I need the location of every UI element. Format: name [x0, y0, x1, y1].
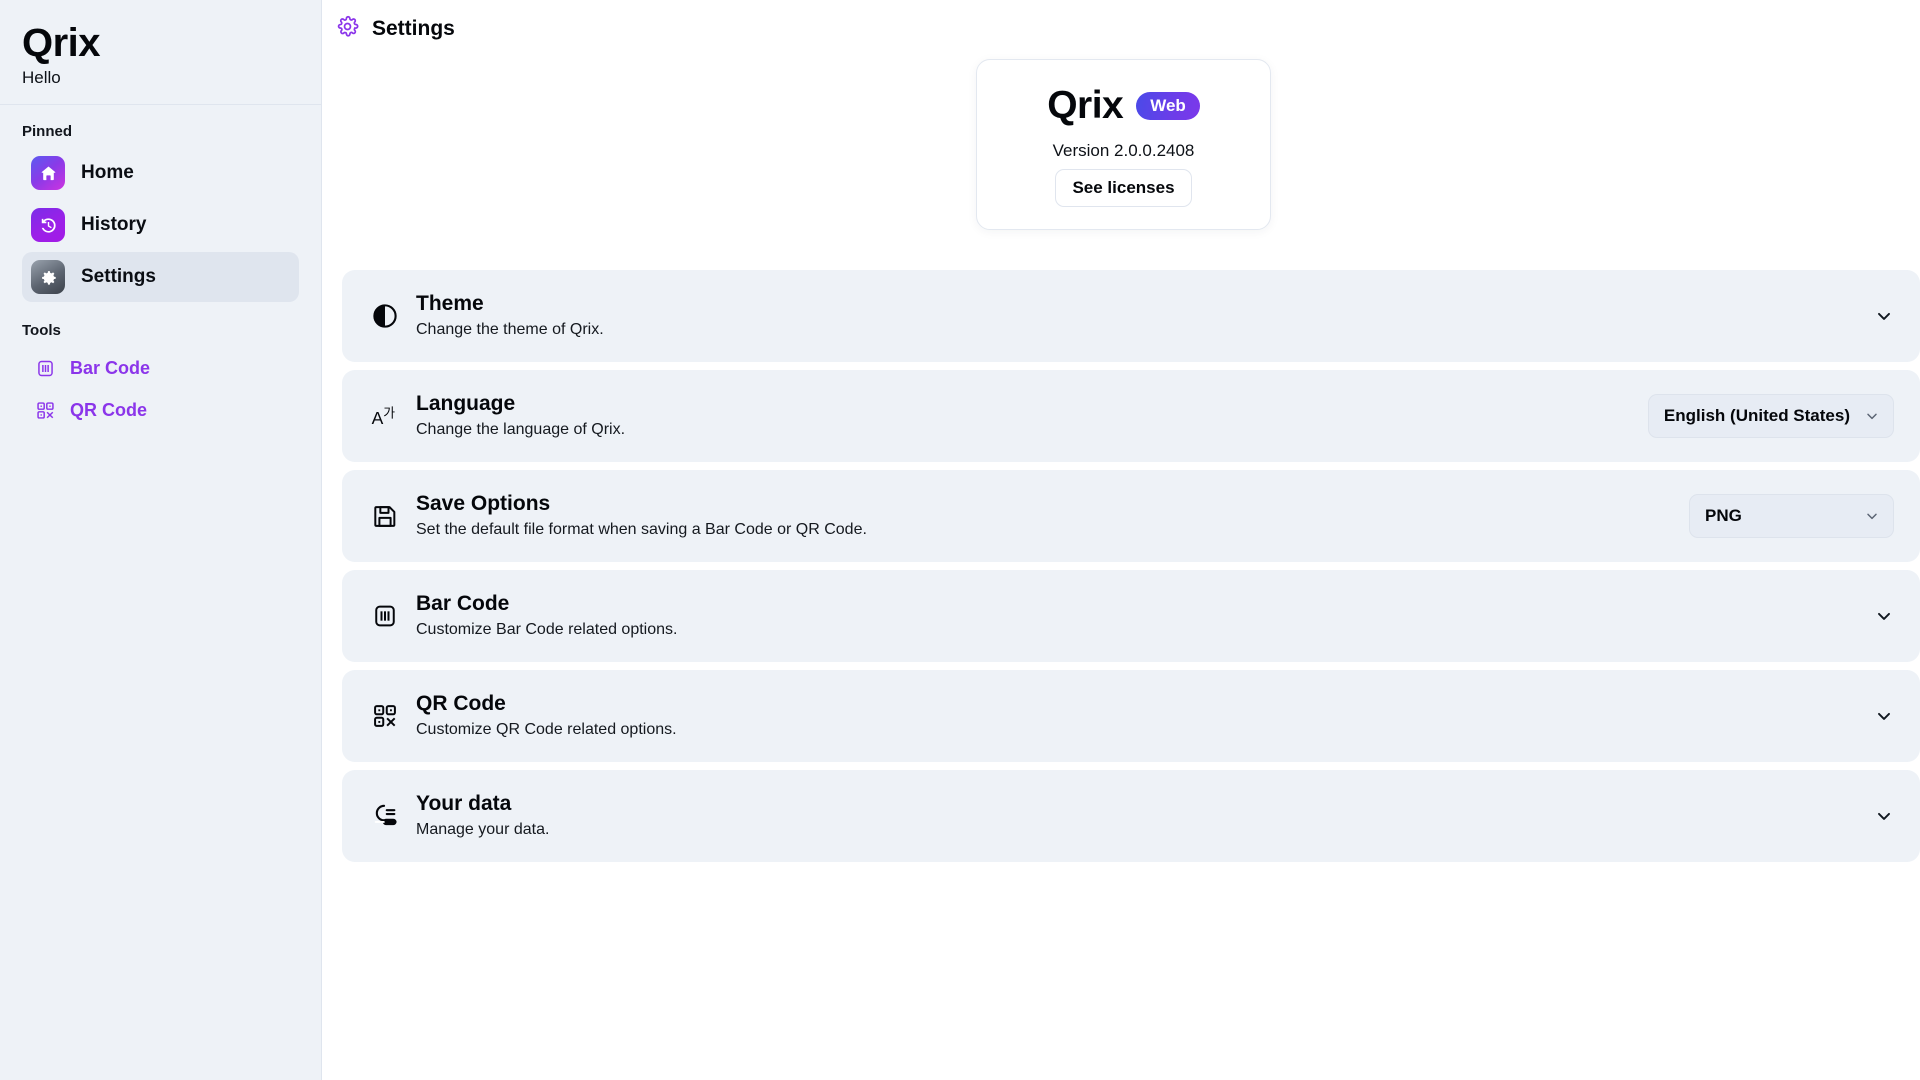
- barcode-icon: [34, 357, 56, 379]
- settings-row-subtitle: Change the language of Qrix.: [416, 420, 626, 438]
- language-dropdown-value: English (United States): [1663, 406, 1850, 425]
- settings-row-text: QR Code Customize QR Code related option…: [416, 691, 1860, 740]
- sidebar-item-label: Settings: [81, 266, 156, 287]
- settings-row-text: Bar Code Customize Bar Code related opti…: [416, 591, 1860, 640]
- settings-row-subtitle: Customize QR Code related options.: [416, 720, 677, 738]
- sidebar-item-history[interactable]: History: [22, 200, 299, 250]
- data-usage-icon: [370, 802, 400, 830]
- see-licenses-button[interactable]: See licenses: [1055, 169, 1192, 207]
- greeting-text: Hello: [22, 68, 61, 87]
- chevron-down-icon: [1864, 408, 1880, 424]
- settings-row-title: Bar Code: [416, 592, 510, 616]
- settings-row-text: Your data Manage your data.: [416, 791, 1860, 840]
- qrcode-icon: [370, 702, 400, 730]
- pinned-section-label: Pinned: [22, 123, 73, 140]
- settings-row-title: Theme: [416, 292, 484, 316]
- history-icon: [31, 208, 65, 242]
- sidebar-tool-label: QR Code: [70, 399, 148, 420]
- chevron-down-icon[interactable]: [1874, 706, 1894, 726]
- save-format-dropdown[interactable]: PNG: [1689, 494, 1894, 538]
- sidebar-tool-bar-code[interactable]: Bar Code: [22, 347, 299, 389]
- version-text: Version 2.0.0.2408: [1052, 141, 1195, 160]
- settings-row-title: Language: [416, 392, 516, 416]
- svg-text:가: 가: [383, 407, 395, 422]
- settings-row-save-options[interactable]: Save Options Set the default file format…: [342, 470, 1920, 562]
- chevron-down-icon[interactable]: [1874, 306, 1894, 326]
- settings-row-theme[interactable]: Theme Change the theme of Qrix.: [342, 270, 1920, 362]
- sidebar-item-label: History: [81, 214, 147, 235]
- qrcode-icon: [34, 399, 56, 421]
- chevron-down-icon[interactable]: [1874, 606, 1894, 626]
- settings-row-bar-code[interactable]: Bar Code Customize Bar Code related opti…: [342, 570, 1920, 662]
- home-icon: [31, 156, 65, 190]
- pinned-list: Home History Settings: [0, 148, 321, 302]
- web-badge: Web: [1136, 91, 1200, 120]
- sidebar-header: Qrix Hello: [0, 0, 321, 105]
- page-title: Settings: [372, 17, 455, 40]
- sidebar-tool-label: Bar Code: [70, 357, 151, 378]
- settings-row-text: Theme Change the theme of Qrix.: [416, 291, 1860, 340]
- settings-row-text: Save Options Set the default file format…: [416, 491, 1689, 540]
- settings-row-subtitle: Manage your data.: [416, 820, 550, 838]
- sidebar-item-label: Home: [81, 162, 134, 183]
- sidebar-item-settings[interactable]: Settings: [22, 252, 299, 302]
- settings-row-your-data[interactable]: Your data Manage your data.: [342, 770, 1920, 862]
- page-header: Settings: [322, 0, 1920, 43]
- language-dropdown[interactable]: English (United States): [1647, 394, 1894, 438]
- settings-row-title: Save Options: [416, 492, 551, 516]
- version-card-logo-row: Qrix Web: [997, 86, 1250, 125]
- settings-row-qr-code[interactable]: QR Code Customize QR Code related option…: [342, 670, 1920, 762]
- gear-icon: [336, 15, 359, 43]
- tools-list: Bar Code QR Code: [0, 347, 321, 431]
- settings-row-language[interactable]: A 가 Language Change the language of Qrix…: [342, 370, 1920, 462]
- settings-row-subtitle: Change the theme of Qrix.: [416, 320, 604, 338]
- sidebar: Qrix Hello Pinned Home History Settings …: [0, 0, 322, 1080]
- save-format-dropdown-value: PNG: [1705, 506, 1742, 525]
- save-icon: [370, 502, 400, 530]
- version-card-logo: Qrix: [1047, 84, 1124, 127]
- chevron-down-icon[interactable]: [1874, 806, 1894, 826]
- settings-row-title: QR Code: [416, 692, 506, 716]
- settings-row-subtitle: Customize Bar Code related options.: [416, 620, 678, 638]
- brand-title: Qrix: [22, 21, 101, 65]
- settings-rows: Theme Change the theme of Qrix. A 가 Lang…: [342, 270, 1920, 870]
- settings-row-subtitle: Set the default file format when saving …: [416, 520, 867, 538]
- chevron-down-icon: [1864, 508, 1880, 524]
- main-content: Settings Qrix Web Version 2.0.0.2408 See…: [322, 0, 1920, 1080]
- sidebar-tool-qr-code[interactable]: QR Code: [22, 389, 299, 431]
- sidebar-item-home[interactable]: Home: [22, 148, 299, 198]
- version-card: Qrix Web Version 2.0.0.2408 See licenses: [976, 59, 1271, 230]
- contrast-icon: [370, 302, 400, 330]
- tools-section-label: Tools: [22, 322, 61, 339]
- svg-text:A: A: [372, 408, 384, 428]
- settings-row-text: Language Change the language of Qrix.: [416, 391, 1648, 440]
- gear-icon: [31, 260, 65, 294]
- translate-icon: A 가: [370, 402, 400, 430]
- app-root: Qrix Hello Pinned Home History Settings …: [0, 0, 1920, 1080]
- barcode-icon: [370, 602, 400, 630]
- settings-row-title: Your data: [416, 792, 512, 816]
